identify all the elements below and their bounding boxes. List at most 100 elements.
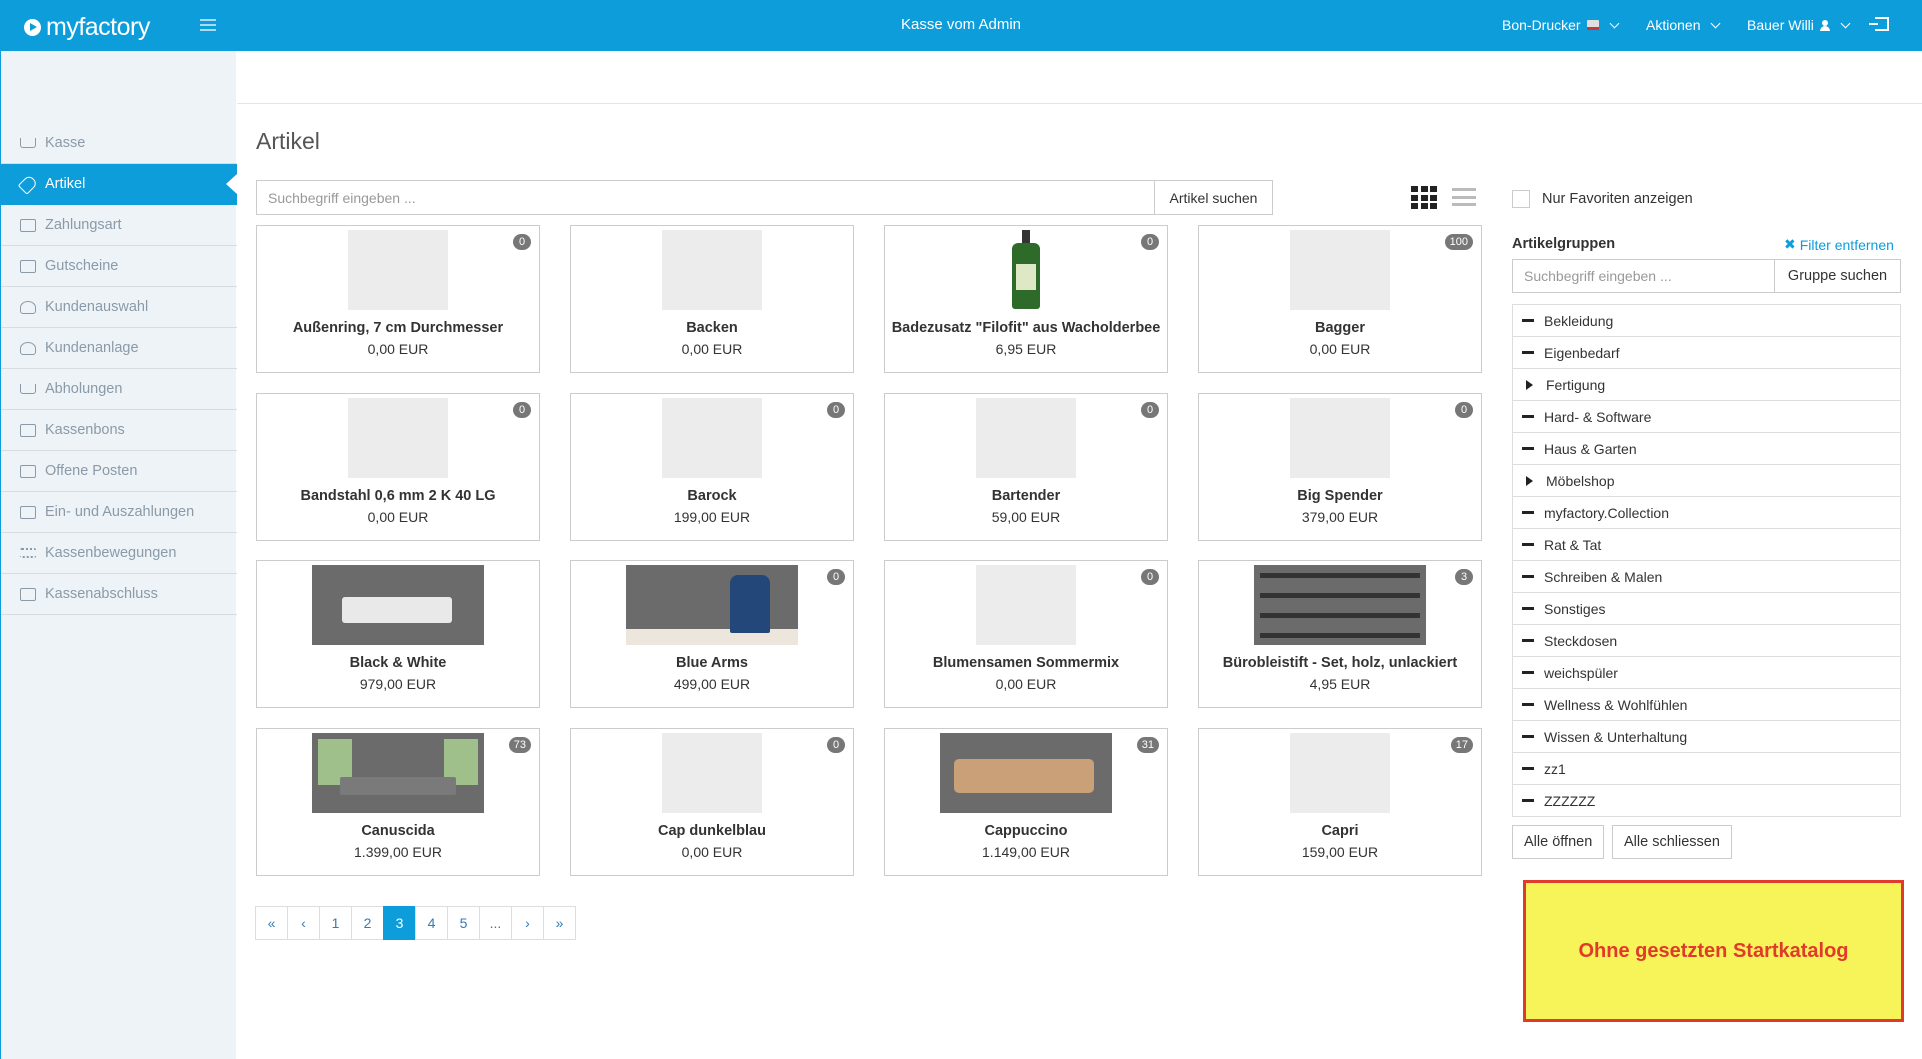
page-first[interactable]: « <box>255 906 288 940</box>
page-last[interactable]: » <box>543 906 576 940</box>
sidebar-item-kundenauswahl[interactable]: Kundenauswahl <box>1 287 237 328</box>
sidebar-item-offene-posten[interactable]: Offene Posten <box>1 451 237 492</box>
sidebar-item-kassenbons[interactable]: Kassenbons <box>1 410 237 451</box>
sidebar-item-kassenbewegungen[interactable]: Kassenbewegungen <box>1 533 237 574</box>
user-menu-label: Bauer Willi <box>1747 17 1814 33</box>
caret-right-icon[interactable] <box>1526 379 1533 390</box>
menu-toggle-icon[interactable] <box>200 19 216 31</box>
favorites-checkbox[interactable] <box>1512 190 1530 208</box>
list-view-icon[interactable] <box>1452 188 1476 206</box>
grid-view-icon[interactable] <box>1411 186 1437 209</box>
tree-item[interactable]: Möbelshop <box>1513 465 1900 497</box>
page-next[interactable]: › <box>511 906 544 940</box>
sidebar-item-kundenanlage[interactable]: Kundenanlage <box>1 328 237 369</box>
product-image-placeholder <box>1290 398 1390 478</box>
product-card[interactable]: 3 Bürobleistift - Set, holz, unlackiert … <box>1198 560 1482 708</box>
page-5[interactable]: 5 <box>447 906 480 940</box>
tree-item[interactable]: Haus & Garten <box>1513 433 1900 465</box>
product-price: 0,00 EUR <box>995 676 1057 692</box>
tree-item[interactable]: Wellness & Wohlfühlen <box>1513 689 1900 721</box>
user-menu[interactable]: Bauer Willi <box>1747 17 1851 33</box>
top-bar: myfactory Kasse vom Admin Bon-Drucker Ak… <box>0 0 1922 51</box>
favorites-filter[interactable]: Nur Favoriten anzeigen <box>1512 190 1693 208</box>
sidebar-item-zahlungsart[interactable]: Zahlungsart <box>1 205 237 246</box>
article-search-input[interactable] <box>256 180 1155 215</box>
tree-item[interactable]: Eigenbedarf <box>1513 337 1900 369</box>
page-3-current[interactable]: 3 <box>383 906 416 940</box>
filter-remove-link[interactable]: ✖ Filter entfernen <box>1784 236 1894 253</box>
stock-badge: 31 <box>1136 737 1159 753</box>
product-card[interactable]: 0 Bartender 59,00 EUR <box>884 393 1168 541</box>
close-icon: ✖ <box>1784 236 1796 252</box>
tree-item[interactable]: Wissen & Unterhaltung <box>1513 721 1900 753</box>
minus-icon <box>1522 543 1534 546</box>
page-prev[interactable]: ‹ <box>287 906 320 940</box>
tree-item[interactable]: weichspüler <box>1513 657 1900 689</box>
tree-item[interactable]: Steckdosen <box>1513 625 1900 657</box>
minus-icon <box>1522 415 1534 418</box>
page-ellipsis[interactable]: ... <box>479 906 512 940</box>
product-card[interactable]: 0 Badezusatz "Filofit" aus Wacholderbee … <box>884 225 1168 373</box>
close-all-button[interactable]: Alle schliessen <box>1612 825 1732 859</box>
sidebar-item-artikel[interactable]: Artikel <box>1 164 237 205</box>
book-icon <box>20 464 36 478</box>
actions-menu[interactable]: Aktionen <box>1646 17 1721 33</box>
tree-item[interactable]: Hard- & Software <box>1513 401 1900 433</box>
printer-menu[interactable]: Bon-Drucker <box>1502 17 1620 33</box>
tree-item[interactable]: Sonstiges <box>1513 593 1900 625</box>
article-groups-title: Artikelgruppen <box>1512 236 1616 252</box>
card-icon <box>20 218 36 232</box>
product-card[interactable]: Backen 0,00 EUR <box>570 225 854 373</box>
sidebar-item-label: Offene Posten <box>45 463 138 479</box>
product-image-placeholder <box>662 733 762 813</box>
chevron-down-icon <box>1609 18 1620 28</box>
tree-item[interactable]: ZZZZZZ <box>1513 785 1900 817</box>
tree-item-label: Schreiben & Malen <box>1544 568 1663 585</box>
product-card[interactable]: 0 Cap dunkelblau 0,00 EUR <box>570 728 854 876</box>
product-image-couch <box>940 733 1112 813</box>
product-name: Blue Arms <box>676 655 748 671</box>
tree-item[interactable]: zz1 <box>1513 753 1900 785</box>
tree-item[interactable]: Fertigung <box>1513 369 1900 401</box>
sidebar-item-abholungen[interactable]: Abholungen <box>1 369 237 410</box>
product-card[interactable]: 0 Bandstahl 0,6 mm 2 K 40 LG 0,00 EUR <box>256 393 540 541</box>
product-card[interactable]: 0 Barock 199,00 EUR <box>570 393 854 541</box>
product-card[interactable]: 100 Bagger 0,00 EUR <box>1198 225 1482 373</box>
sidebar-item-ein-und-auszahlungen[interactable]: Ein- und Auszahlungen <box>1 492 237 533</box>
tree-item[interactable]: Bekleidung <box>1513 305 1900 337</box>
page-2[interactable]: 2 <box>351 906 384 940</box>
sidebar-item-kassenabschluss[interactable]: Kassenabschluss <box>1 574 237 615</box>
product-price: 1.399,00 EUR <box>354 844 442 860</box>
page-1[interactable]: 1 <box>319 906 352 940</box>
minus-icon <box>1522 703 1534 706</box>
sidebar-item-gutscheine[interactable]: Gutscheine <box>1 246 237 287</box>
minus-icon <box>1522 767 1534 770</box>
product-price: 4,95 EUR <box>1309 676 1371 692</box>
logout-icon[interactable] <box>1869 17 1889 31</box>
product-price: 499,00 EUR <box>673 676 751 692</box>
logo[interactable]: myfactory <box>24 13 150 42</box>
product-card[interactable]: 73 Canuscida 1.399,00 EUR <box>256 728 540 876</box>
product-card[interactable]: 0 Blue Arms 499,00 EUR <box>570 560 854 708</box>
product-card[interactable]: 17 Capri 159,00 EUR <box>1198 728 1482 876</box>
page-4[interactable]: 4 <box>415 906 448 940</box>
stock-badge: 0 <box>1455 402 1473 418</box>
product-card[interactable]: 0 Big Spender 379,00 EUR <box>1198 393 1482 541</box>
caret-right-icon[interactable] <box>1526 475 1533 486</box>
article-search-button[interactable]: Artikel suchen <box>1154 180 1273 215</box>
product-card[interactable]: 0 Blumensamen Sommermix 0,00 EUR <box>884 560 1168 708</box>
tree-item[interactable]: myfactory.Collection <box>1513 497 1900 529</box>
tree-item[interactable]: Rat & Tat <box>1513 529 1900 561</box>
sidebar-item-kasse[interactable]: Kasse <box>1 123 237 164</box>
product-card[interactable]: Black & White 979,00 EUR <box>256 560 540 708</box>
open-all-button[interactable]: Alle öffnen <box>1512 825 1605 859</box>
product-image-bottle <box>1006 230 1046 310</box>
tree-item[interactable]: Schreiben & Malen <box>1513 561 1900 593</box>
group-search-input[interactable] <box>1512 259 1775 293</box>
list-icon <box>20 548 36 558</box>
stock-badge: 17 <box>1450 737 1473 753</box>
group-search-button[interactable]: Gruppe suchen <box>1774 259 1901 293</box>
product-card[interactable]: 0 Außenring, 7 cm Durchmesser 0,00 EUR <box>256 225 540 373</box>
actions-menu-label: Aktionen <box>1646 17 1701 33</box>
product-card[interactable]: 31 Cappuccino 1.149,00 EUR <box>884 728 1168 876</box>
